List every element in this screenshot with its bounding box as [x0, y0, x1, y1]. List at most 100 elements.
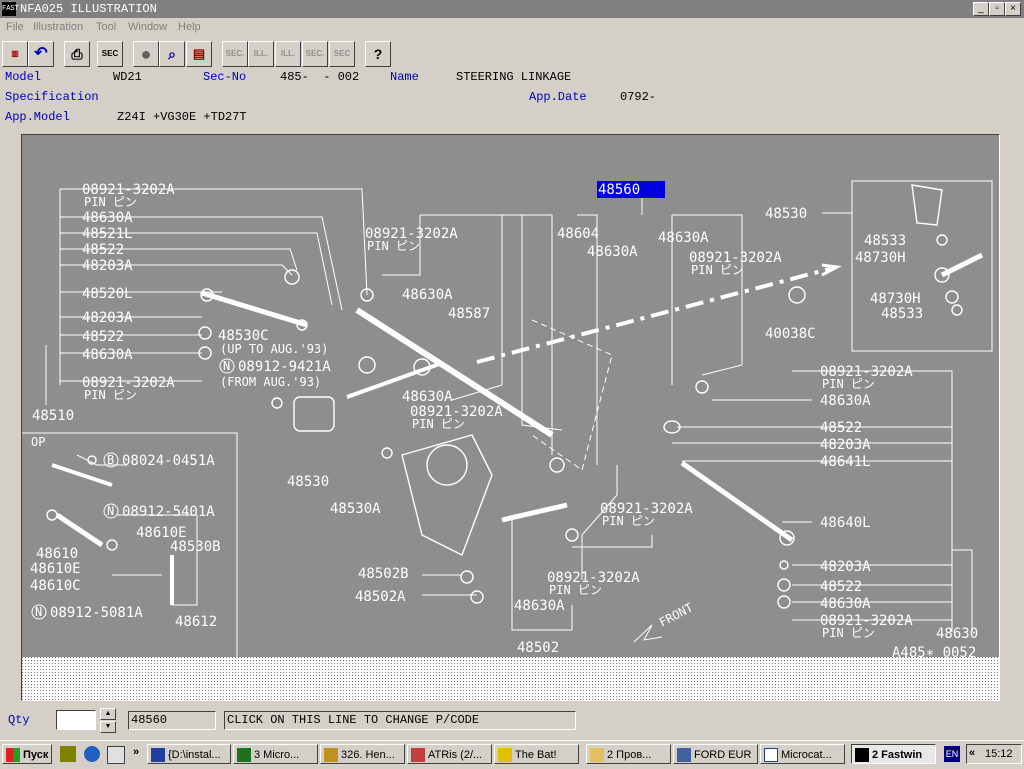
pin-label: PIN ピン: [602, 514, 655, 528]
task-item[interactable]: 2 Пров...: [586, 744, 671, 764]
tray-expand-icon[interactable]: «: [969, 747, 975, 759]
minimize-button[interactable]: _: [973, 2, 989, 16]
part-label[interactable]: 08024-0451A: [122, 453, 215, 469]
task-item[interactable]: 3 Micro...: [233, 744, 318, 764]
prev-sec-button[interactable]: SEC.: [222, 41, 248, 67]
illustration-panel[interactable]: 48560 OP 08921-3202A PIN ピン 48630A 48521…: [21, 134, 1000, 701]
part-label[interactable]: 48630A: [658, 230, 709, 246]
task-item-active[interactable]: 2 Fastwin: [851, 744, 936, 764]
part-label[interactable]: 48630A: [82, 210, 133, 226]
part-label[interactable]: 48502A: [355, 589, 406, 605]
part-label[interactable]: 48530B: [170, 539, 221, 555]
part-label[interactable]: 48630A: [402, 389, 453, 405]
atris-icon: [411, 748, 425, 762]
steering-linkage-diagram[interactable]: 48560 OP 08921-3202A PIN ピン 48630A 48521…: [22, 135, 999, 700]
change-pcode-line[interactable]: CLICK ON THIS LINE TO CHANGE P/CODE: [224, 711, 576, 730]
printer-icon[interactable]: ⎙: [64, 41, 90, 67]
more-icon[interactable]: »: [133, 746, 139, 758]
ie-icon[interactable]: [84, 746, 100, 762]
part-label[interactable]: 48610: [36, 546, 78, 562]
part-label[interactable]: 48630A: [820, 596, 871, 612]
part-label[interactable]: 48630A: [402, 287, 453, 303]
n-marker-label: N: [107, 504, 114, 518]
part-label[interactable]: 40038C: [765, 326, 816, 342]
undo-icon[interactable]: ↶: [28, 41, 54, 67]
part-label[interactable]: 48522: [820, 579, 862, 595]
sec-search-button[interactable]: SEC: [329, 41, 355, 67]
part-label[interactable]: 48604: [557, 226, 599, 242]
part-label[interactable]: 48630A: [820, 393, 871, 409]
menu-tool[interactable]: Tool: [96, 21, 116, 33]
part-label[interactable]: 48522: [82, 329, 124, 345]
maximize-button[interactable]: ▫: [989, 2, 1005, 16]
task-item[interactable]: {D:\instal...: [147, 744, 231, 764]
part-label[interactable]: 48203A: [820, 559, 871, 575]
menu-window[interactable]: Window: [128, 21, 167, 33]
part-label[interactable]: 48502B: [358, 566, 409, 582]
part-label[interactable]: 48520L: [82, 286, 133, 302]
qty-down-icon[interactable]: ▼: [100, 721, 116, 733]
part-label[interactable]: 48610E: [30, 561, 81, 577]
menu-file[interactable]: File: [6, 21, 24, 33]
start-button[interactable]: Пуск: [2, 744, 52, 764]
part-label[interactable]: 48730H: [870, 291, 921, 307]
folder-icon: [590, 748, 604, 762]
part-label[interactable]: 48203A: [82, 258, 133, 274]
zoom-icon[interactable]: ⌕: [159, 41, 185, 67]
app-date-label: App.Date: [529, 90, 587, 104]
desktop-icon[interactable]: [107, 746, 125, 764]
highlight-part[interactable]: 48560: [598, 182, 640, 198]
menu-illustration[interactable]: Illustration: [33, 21, 83, 33]
part-label[interactable]: 48533: [864, 233, 906, 249]
part-label[interactable]: 48522: [82, 242, 124, 258]
next-sec-button[interactable]: SEC.: [302, 41, 328, 67]
pin-label: PIN ピン: [84, 388, 137, 402]
qty-up-icon[interactable]: ▲: [100, 708, 116, 720]
prev-ill-button[interactable]: ILL.: [248, 41, 274, 67]
part-label[interactable]: 08912-5401A: [122, 504, 215, 520]
part-label[interactable]: 48630: [936, 626, 978, 642]
sec-button[interactable]: SEC: [97, 41, 123, 67]
part-label[interactable]: 48641L: [820, 454, 871, 470]
part-label[interactable]: 48533: [881, 306, 923, 322]
pin-label: PIN ピン: [822, 377, 875, 391]
part-label[interactable]: 48510: [32, 408, 74, 424]
part-label[interactable]: 08912-5081A: [50, 605, 143, 621]
n-marker-label: N: [35, 605, 42, 619]
circle-icon[interactable]: ●: [133, 41, 159, 67]
pin-label: PIN ピン: [691, 263, 744, 277]
part-label[interactable]: 48612: [175, 614, 217, 630]
close-button[interactable]: ×: [1005, 2, 1021, 16]
part-label[interactable]: 08912-9421A: [238, 359, 331, 375]
part-label[interactable]: 48203A: [820, 437, 871, 453]
language-indicator[interactable]: EN: [944, 746, 960, 762]
part-label[interactable]: 48530A: [330, 501, 381, 517]
part-label[interactable]: 48630A: [82, 347, 133, 363]
part-label[interactable]: 48730H: [855, 250, 906, 266]
part-label[interactable]: 48530: [765, 206, 807, 222]
task-label: {D:\instal...: [168, 749, 221, 761]
part-label[interactable]: 48630A: [587, 244, 638, 260]
part-label[interactable]: 48530: [287, 474, 329, 490]
next-ill-button[interactable]: ILL.: [275, 41, 301, 67]
part-label[interactable]: 48587: [448, 306, 490, 322]
task-item[interactable]: Microcat...: [760, 744, 845, 764]
part-label[interactable]: 48630A: [514, 598, 565, 614]
part-label[interactable]: 48640L: [820, 515, 871, 531]
task-item[interactable]: 326. Hen...: [320, 744, 405, 764]
book-icon[interactable]: ▤: [186, 41, 212, 67]
part-label[interactable]: 48502: [517, 640, 559, 656]
menu-help[interactable]: Help: [178, 21, 201, 33]
part-label[interactable]: 48521L: [82, 226, 133, 242]
part-label[interactable]: 48610C: [30, 578, 81, 594]
task-item[interactable]: ATRis (2/...: [407, 744, 492, 764]
help-icon[interactable]: ?: [365, 41, 391, 67]
part-label[interactable]: 48203A: [82, 310, 133, 326]
qty-input[interactable]: [56, 710, 96, 730]
task-item[interactable]: The Bat!: [494, 744, 579, 764]
task-item[interactable]: FORD EUR: [673, 744, 758, 764]
microcat-icon: [764, 748, 778, 762]
quicklaunch-icon[interactable]: [60, 746, 76, 762]
books-icon[interactable]: ▥: [2, 41, 28, 67]
part-label[interactable]: 48522: [820, 420, 862, 436]
